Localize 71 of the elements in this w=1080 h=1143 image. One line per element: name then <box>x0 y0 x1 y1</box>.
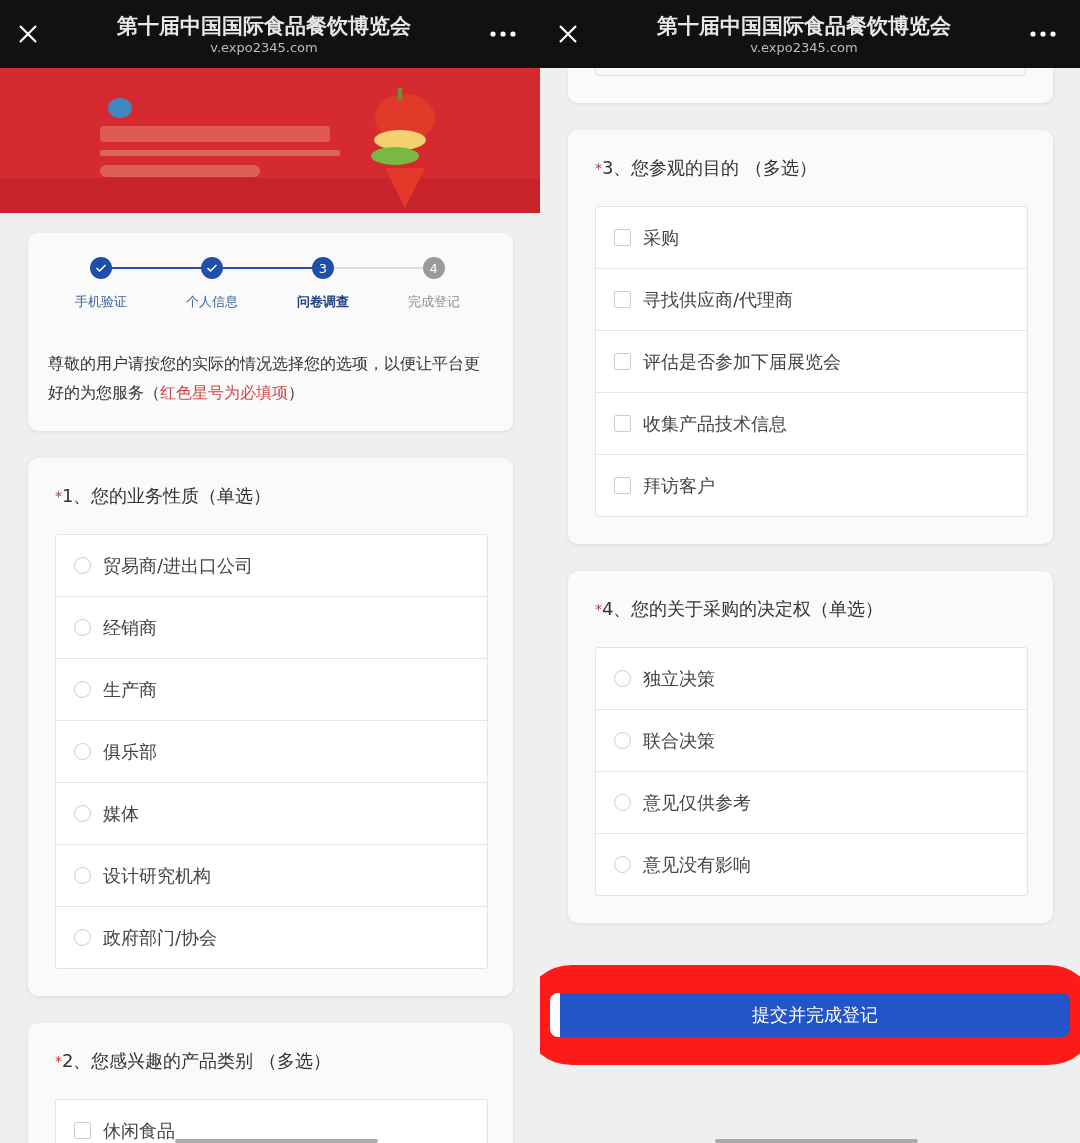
option-label: 贸易商/进出口公司 <box>103 553 254 578</box>
option-row[interactable]: 休闲食品 <box>56 1100 487 1143</box>
close-icon[interactable] <box>558 24 578 44</box>
option-label: 联合决策 <box>643 728 715 753</box>
radio-button[interactable] <box>74 681 91 698</box>
option-row[interactable]: 意见仅供参考 <box>596 771 1027 833</box>
radio-button[interactable] <box>74 557 91 574</box>
question-title: *4、您的关于采购的决定权（单选） <box>595 597 885 621</box>
option-label: 媒体 <box>103 801 139 826</box>
page-title: 第十届中国国际食品餐饮博览会 <box>657 13 951 40</box>
radio-button[interactable] <box>74 619 91 636</box>
option-row[interactable]: 政府部门/协会 <box>56 906 487 968</box>
step-number: 4 <box>422 257 445 279</box>
option-row[interactable]: 评估是否参加下届展览会 <box>596 330 1027 392</box>
checkbox[interactable] <box>614 353 631 370</box>
option-label: 政府部门/协会 <box>103 925 218 950</box>
checkbox[interactable] <box>614 291 631 308</box>
more-icon[interactable] <box>490 31 516 37</box>
option-row[interactable]: 经销商 <box>56 596 487 658</box>
submit-button[interactable]: 提交并完成登记 <box>550 993 1070 1037</box>
option-row[interactable]: 拜访客户 <box>596 454 1027 516</box>
radio-button[interactable] <box>614 670 631 687</box>
intro-text: 尊敬的用户请按您的实际的情况选择您的选项，以便让平台更好的为您服务（红色星号为必填项） <box>48 353 481 404</box>
option-label: 评估是否参加下届展览会 <box>643 349 841 374</box>
option-label: 生产商 <box>103 677 157 702</box>
question-title: *1、您的业务性质（单选） <box>55 484 273 508</box>
page-title: 第十届中国国际食品餐饮博览会 <box>117 13 411 40</box>
option-row[interactable]: 独立决策 <box>596 648 1027 709</box>
radio-button[interactable] <box>74 743 91 760</box>
option-label: 独立决策 <box>643 666 715 691</box>
option-label: 意见仅供参考 <box>643 790 751 815</box>
option-row[interactable]: 收集产品技术信息 <box>596 392 1027 454</box>
step-label: 手机验证 <box>75 293 128 311</box>
option-row[interactable]: 采购 <box>596 207 1027 268</box>
checkbox[interactable] <box>614 477 631 494</box>
option-row[interactable]: 设计研究机构 <box>56 844 487 906</box>
radio-button[interactable] <box>614 856 631 873</box>
step-label: 完成登记 <box>407 293 460 311</box>
page-url: v.expo2345.com <box>750 40 858 56</box>
option-label: 俱乐部 <box>103 739 157 764</box>
radio-button[interactable] <box>74 805 91 822</box>
option-label: 经销商 <box>103 615 157 640</box>
option-label: 收集产品技术信息 <box>643 411 787 436</box>
option-row[interactable]: 俱乐部 <box>56 720 487 782</box>
radio-button[interactable] <box>74 867 91 884</box>
close-icon[interactable] <box>18 24 38 44</box>
checkbox[interactable] <box>74 1122 91 1139</box>
question-title: *3、您参观的目的 （多选） <box>595 156 819 180</box>
option-row[interactable]: 意见没有影响 <box>596 833 1027 895</box>
option-label: 采购 <box>643 225 679 250</box>
option-label: 寻找供应商/代理商 <box>643 287 794 312</box>
option-row[interactable]: 媒体 <box>56 782 487 844</box>
step-number: 3 <box>311 257 334 279</box>
option-row[interactable]: 贸易商/进出口公司 <box>56 535 487 596</box>
question-title: *2、您感兴趣的产品类别 （多选） <box>55 1049 333 1073</box>
radio-button[interactable] <box>74 929 91 946</box>
radio-button[interactable] <box>614 732 631 749</box>
option-row[interactable]: 联合决策 <box>596 709 1027 771</box>
option-row[interactable]: 寻找供应商/代理商 <box>596 268 1027 330</box>
more-icon[interactable] <box>1030 31 1056 37</box>
option-label: 休闲食品 <box>103 1118 175 1143</box>
page-url: v.expo2345.com <box>210 40 318 56</box>
checkbox[interactable] <box>614 229 631 246</box>
option-label: 拜访客户 <box>643 473 715 498</box>
step-label: 问卷调查 <box>296 293 349 311</box>
radio-button[interactable] <box>614 794 631 811</box>
option-label: 意见没有影响 <box>643 852 751 877</box>
option-label: 设计研究机构 <box>103 863 211 888</box>
step-label: 个人信息 <box>186 293 239 311</box>
option-row[interactable]: 生产商 <box>56 658 487 720</box>
checkbox[interactable] <box>614 415 631 432</box>
